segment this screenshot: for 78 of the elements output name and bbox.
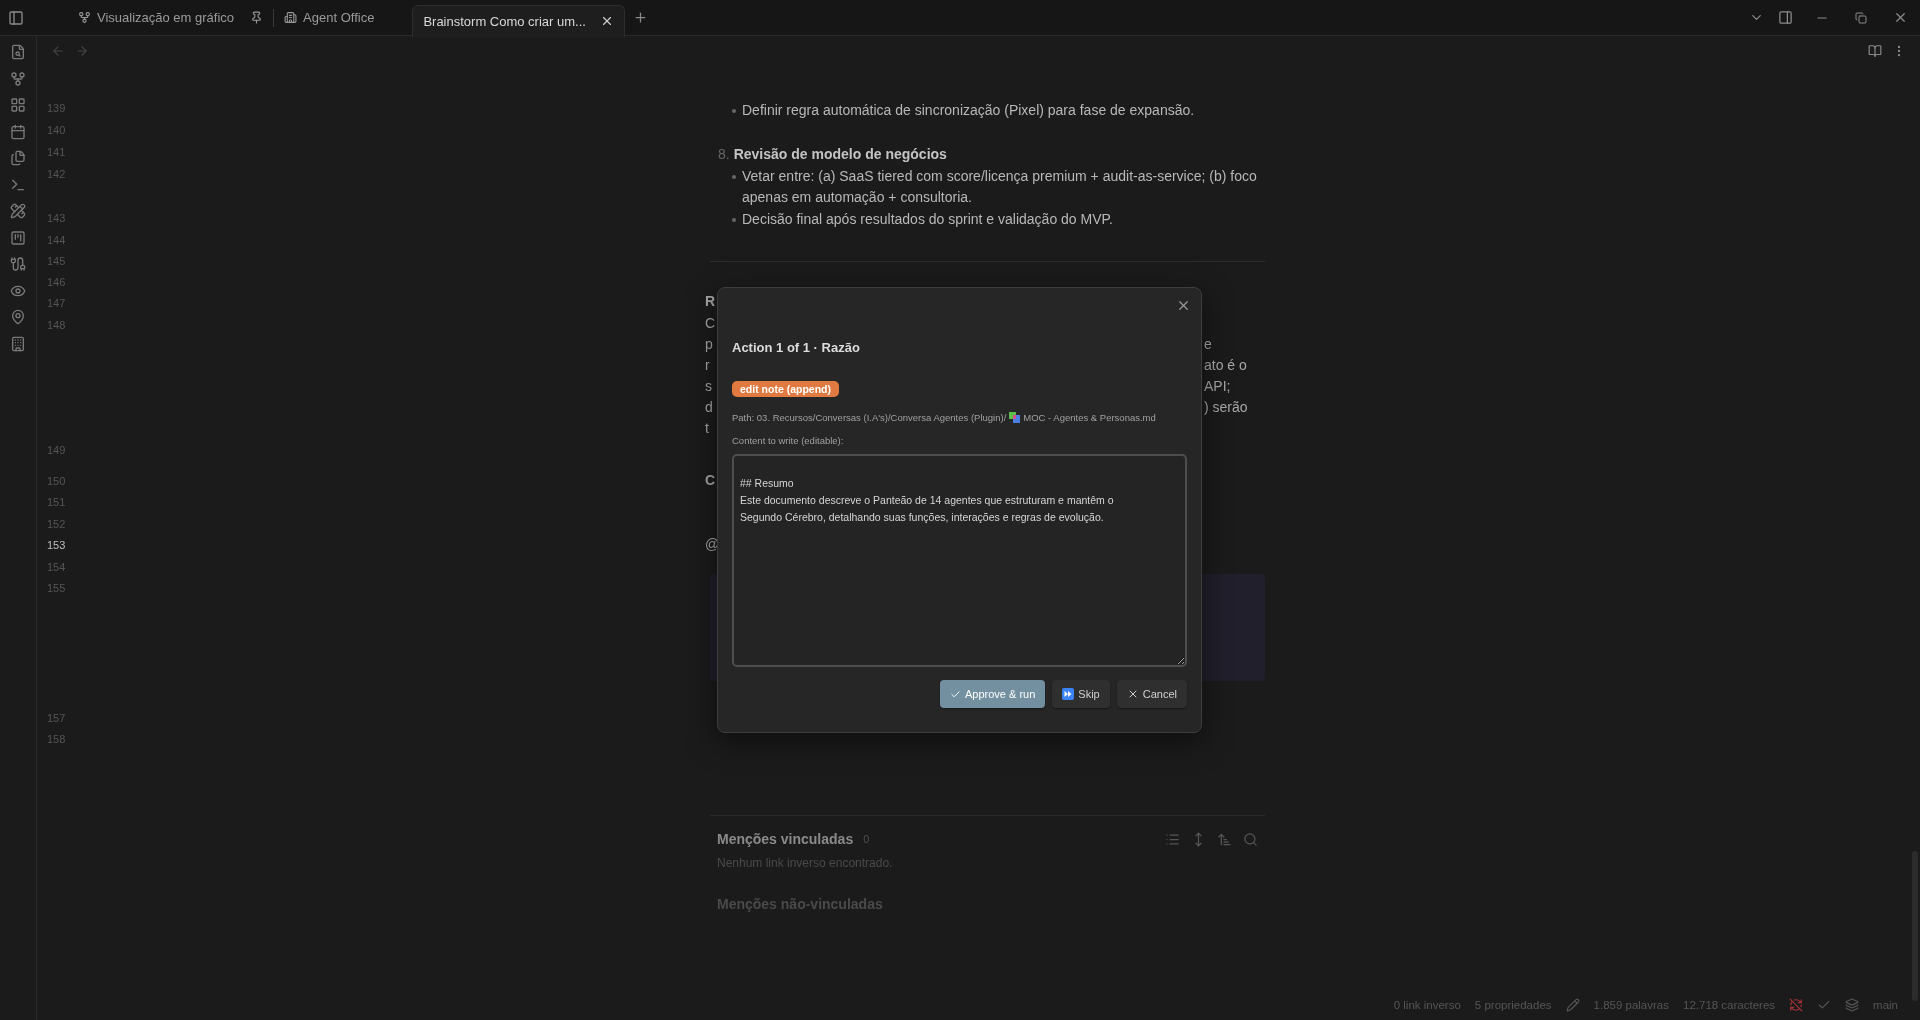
text-fragment: C	[705, 471, 716, 490]
cable-icon[interactable]	[10, 256, 26, 272]
calendar-icon[interactable]	[10, 123, 26, 140]
search-icon[interactable]	[1243, 831, 1258, 847]
text-fragment: p	[705, 335, 713, 354]
bullet-icon	[732, 174, 736, 179]
colored-squares-icon	[1009, 412, 1021, 423]
line-number: 139	[47, 101, 67, 116]
text-fragment: s	[705, 377, 712, 396]
check-icon	[950, 688, 961, 700]
line-number: 144	[47, 233, 67, 248]
check-icon[interactable]	[1817, 998, 1832, 1012]
list-icon[interactable]	[1165, 831, 1180, 847]
tab[interactable]: Brainstorm Como criar um...	[412, 4, 625, 37]
line-number: 152	[47, 517, 67, 532]
building-icon	[284, 11, 298, 24]
files-icon[interactable]	[10, 150, 26, 166]
restore-icon[interactable]	[1855, 11, 1867, 24]
sidebar-toggle-icon[interactable]	[8, 9, 24, 26]
tab[interactable]: Visualização em gráfico	[68, 4, 274, 31]
pencil-icon[interactable]	[1565, 998, 1580, 1012]
right-sidebar-icon[interactable]	[1778, 10, 1793, 25]
fast-forward-icon	[1062, 688, 1075, 700]
linked-mentions-title[interactable]: Menções vinculadas	[717, 831, 854, 847]
line-number: 148	[47, 318, 67, 333]
text-fragment: API;	[1204, 377, 1231, 396]
text-fragment: ato é o	[1204, 356, 1247, 375]
line-number: 147	[47, 296, 67, 311]
grid-icon[interactable]	[10, 97, 26, 113]
text-fragment: d	[705, 398, 713, 417]
line-number: 153	[47, 538, 67, 553]
list-item-text: Vetar entre: (a) SaaS tiered com score/licença premium + audit-as-service; (b) foco apenas em automação + consultoria.	[742, 166, 1258, 207]
line-number: 149	[47, 443, 67, 458]
kanban-icon[interactable]	[10, 229, 26, 246]
line-number: 158	[47, 732, 67, 747]
line-number: 146	[47, 275, 67, 290]
map-pin-icon[interactable]	[10, 309, 26, 325]
line-number: 154	[47, 560, 67, 575]
graph-icon[interactable]	[10, 70, 26, 87]
text-fragment: R	[705, 292, 716, 311]
text-fragment: r	[705, 356, 710, 375]
line-number: 151	[47, 495, 67, 510]
file-name: MOC - Agentes & Personas.md	[1023, 412, 1156, 423]
tab[interactable]: Agent Office	[274, 4, 385, 31]
sort-icon[interactable]	[1217, 831, 1232, 847]
text-fragment: C	[705, 314, 716, 333]
line-number: 140	[47, 123, 67, 138]
path-text: Path: 03. Recursos/Conversas (I.A's)/Conversa Agentes (Plugin)/	[732, 412, 1007, 423]
pencil-ruler-icon[interactable]	[10, 203, 26, 219]
sync-off-icon[interactable]	[1789, 998, 1804, 1012]
text-fragment: e	[1204, 335, 1212, 354]
content-label: Content to write (editable):	[732, 435, 845, 446]
text-fragment: ) serão	[1204, 398, 1248, 417]
line-number: 143	[47, 211, 67, 226]
close-icon	[1176, 298, 1191, 313]
dialog-title: Action 1 of 1 · Razão	[732, 340, 861, 355]
list-heading: Revisão de modelo de negócios	[733, 144, 947, 164]
book-icon[interactable]	[1868, 44, 1882, 58]
line-number: 145	[47, 254, 67, 269]
layers-icon[interactable]	[1845, 998, 1860, 1012]
bullet-icon	[732, 109, 736, 113]
building-icon[interactable]	[10, 335, 26, 352]
list-number: 8.	[718, 144, 730, 164]
action-badge: edit note (append)	[732, 381, 839, 397]
file-search-icon[interactable]	[10, 44, 26, 60]
approve-button[interactable]: Approve & run	[940, 680, 1046, 708]
close-icon[interactable]	[1893, 10, 1908, 25]
line-number: 142	[47, 167, 67, 182]
skip-button[interactable]: Skip	[1052, 680, 1110, 708]
bullet-icon	[732, 217, 736, 222]
new-tab-icon[interactable]	[632, 10, 648, 25]
list-item-text: Definir regra automática de sincronização (Pixel) para fase de expansão.	[742, 101, 1195, 120]
cancel-button[interactable]: Cancel	[1116, 680, 1187, 708]
line-number: 141	[47, 145, 67, 160]
list-item-text: Decisão final após resultados do sprint e validação do MVP.	[742, 209, 1113, 229]
content-field[interactable]: ## Resumo Este documento descreve o Panteão de 14 agentes que estruturam e mantêm o Segundo Cérebro, detalhando suas funções, interações e regras de evolução.	[732, 454, 1187, 667]
graph-icon	[78, 11, 91, 24]
text-fragment: t	[705, 419, 709, 438]
